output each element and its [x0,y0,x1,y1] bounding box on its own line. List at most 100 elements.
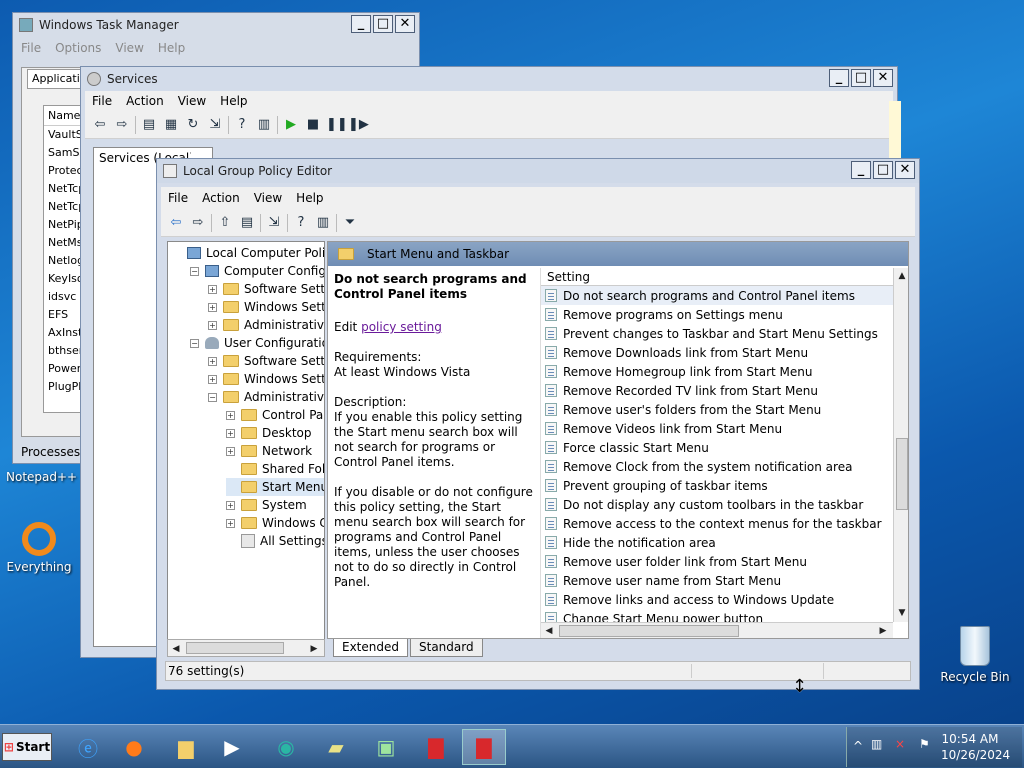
tree-item[interactable]: + Administrative Te [208,316,324,334]
expander-icon[interactable]: + [208,284,217,294]
minimize-button[interactable]: _ [851,161,871,179]
maximize-button[interactable]: □ [873,161,893,179]
minimize-button[interactable]: _ [351,15,371,33]
back-icon[interactable]: ⇦ [167,214,185,232]
scroll-right-icon[interactable]: ▶ [877,624,889,638]
setting-row[interactable]: Remove Videos link from Start Menu [541,419,893,438]
expander-icon[interactable]: + [226,428,235,438]
services-titlebar[interactable]: Services _ □ ✕ [81,67,897,91]
setting-row[interactable]: Remove Recorded TV link from Start Menu [541,381,893,400]
scroll-thumb[interactable] [186,642,284,654]
close-button[interactable]: ✕ [895,161,915,179]
volume-muted-icon[interactable]: × [895,737,905,751]
notepadpp-desktop-icon[interactable]: Notepad++ [6,470,77,484]
close-button[interactable]: ✕ [395,15,415,33]
setting-row[interactable]: Remove links and access to Windows Updat… [541,590,893,609]
expander-icon[interactable]: + [226,500,235,510]
menu-view[interactable]: View [171,94,213,108]
setting-row[interactable]: Remove Homegroup link from Start Menu [541,362,893,381]
setting-row[interactable]: Prevent changes to Taskbar and Start Men… [541,324,893,343]
pause-service-icon[interactable]: ❚❚ [326,116,348,134]
tree-item[interactable]: Shared Folder [226,460,324,478]
tree-item[interactable]: + System [226,496,307,514]
export-icon[interactable]: ⇲ [206,116,224,134]
tree-item[interactable]: Start Menu ar [226,478,324,496]
tree-item[interactable]: + Windows Setting [208,298,324,316]
folders-icon[interactable]: ▰ [314,729,358,765]
scroll-left-icon[interactable]: ◀ [543,624,555,638]
scroll-right-icon[interactable]: ▶ [308,642,320,656]
maximize-button[interactable]: □ [851,69,871,87]
column-setting[interactable]: Setting [541,268,893,286]
forward-icon[interactable]: ⇨ [113,116,131,134]
network-icon[interactable]: ▥ [871,737,882,751]
tree-item[interactable]: + Network [226,442,312,460]
gpe-titlebar[interactable]: Local Group Policy Editor _ □ ✕ [157,159,919,183]
up-folder-icon[interactable]: ⇧ [216,214,234,232]
tree-item[interactable]: − Computer Configura [190,262,324,280]
close-button[interactable]: ✕ [873,69,893,87]
export-icon[interactable]: ⇲ [265,214,283,232]
menu-view[interactable]: View [115,41,143,55]
menu-action[interactable]: Action [119,94,171,108]
toolbox-icon[interactable]: ▇ [414,729,458,765]
setting-row[interactable]: Hide the notification area [541,533,893,552]
setting-row[interactable]: Do not display any custom toolbars in th… [541,495,893,514]
tab-extended[interactable]: Extended [333,639,408,657]
recycle-bin-desktop-icon[interactable]: Recycle Bin [940,626,1010,684]
menu-file[interactable]: File [161,191,195,205]
stop-service-icon[interactable]: ■ [304,116,322,134]
tree-item[interactable]: + Control Panel [226,406,324,424]
scroll-down-icon[interactable]: ▼ [896,606,908,620]
list-vscrollbar[interactable]: ▲ ▼ [893,268,908,622]
explorer-icon[interactable]: ▆ [164,729,208,765]
setting-row[interactable]: Remove Downloads link from Start Menu [541,343,893,362]
back-icon[interactable]: ⇦ [91,116,109,134]
help-icon[interactable]: ? [292,214,310,232]
show-hidden-icons[interactable]: ^ [853,739,863,753]
setting-row[interactable]: Prevent grouping of taskbar items [541,476,893,495]
maximize-button[interactable]: □ [373,15,393,33]
restart-service-icon[interactable]: ❚▶ [348,116,369,134]
expander-icon[interactable]: + [208,356,217,366]
task-manager-taskbar-icon[interactable]: ▣ [364,729,408,765]
view-icon[interactable]: ▥ [314,214,332,232]
clock[interactable]: 10:54 AM 10/26/2024 [941,731,1010,763]
setting-row[interactable]: Remove Clock from the system notificatio… [541,457,893,476]
policy-setting-link[interactable]: policy setting [361,320,442,334]
tree-hscrollbar[interactable]: ◀ ▶ [167,639,325,657]
everything-desktop-icon[interactable]: Everything [6,522,72,574]
scroll-up-icon[interactable]: ▲ [896,269,908,283]
view-icon[interactable]: ▥ [255,116,273,134]
start-service-icon[interactable]: ▶ [282,116,300,134]
setting-row[interactable]: Remove access to the context menus for t… [541,514,893,533]
tree-item[interactable]: Local Computer Policy [172,244,324,262]
expander-icon[interactable]: + [208,320,217,330]
setting-row[interactable]: Do not search programs and Control Panel… [541,286,893,305]
expander-icon[interactable]: + [226,518,235,528]
filter-icon[interactable]: ⏷ [341,214,359,232]
expander-icon[interactable]: + [226,410,235,420]
start-button[interactable]: ⊞ Start [2,733,52,761]
expander-icon[interactable]: − [208,392,217,402]
ie-icon[interactable]: ⓔ [66,729,110,765]
setting-row[interactable]: Remove user name from Start Menu [541,571,893,590]
app-teal-icon[interactable]: ◉ [264,729,308,765]
tab-standard[interactable]: Standard [410,639,483,657]
gpe-window[interactable]: Local Group Policy Editor _ □ ✕ File Act… [156,158,920,690]
expander-icon[interactable]: + [208,374,217,384]
firefox-icon[interactable]: ● [112,729,156,765]
tree-item[interactable]: − User Configuration [190,334,324,352]
setting-row[interactable]: Remove programs on Settings menu [541,305,893,324]
menu-help[interactable]: Help [158,41,185,55]
refresh-icon[interactable]: ↻ [184,116,202,134]
scroll-thumb[interactable] [559,625,739,637]
console-tree-icon[interactable]: ▤ [238,214,256,232]
gpe-taskbar-icon[interactable]: ▇ [462,729,506,765]
menu-options[interactable]: Options [55,41,101,55]
minimize-button[interactable]: _ [829,69,849,87]
help-icon[interactable]: ? [233,116,251,134]
flag-icon[interactable]: ⚑ [919,737,930,751]
menu-help[interactable]: Help [289,191,330,205]
scroll-thumb[interactable] [896,438,908,510]
